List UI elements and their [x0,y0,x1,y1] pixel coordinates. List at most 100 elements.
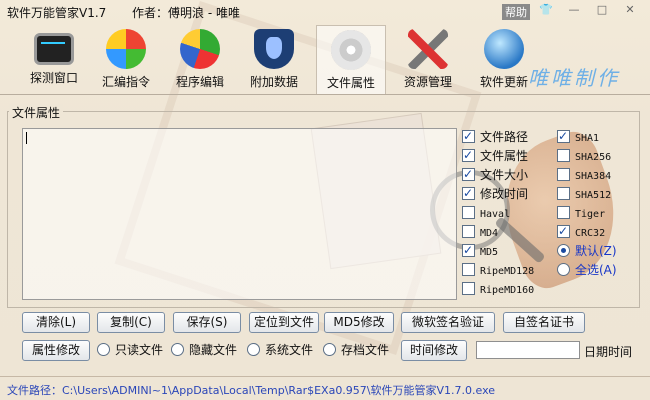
option-ripemd160[interactable]: RipeMD160 [462,281,534,297]
time-modify-button[interactable]: 时间修改 [401,340,467,361]
checkbox[interactable] [462,282,475,295]
radio-select-all[interactable]: 全选(A) [557,262,617,278]
option-file-size[interactable]: 文件大小 [462,166,529,183]
checkbox[interactable] [557,168,570,181]
text-caret [26,132,27,144]
option-sha1[interactable]: SHA1 [557,128,599,145]
option-sha256[interactable]: SHA256 [557,148,611,164]
tool-label: 文件属性 [326,76,375,90]
window-title: 软件万能管家V1.7 [7,6,107,20]
checkbox[interactable] [557,149,570,162]
checkbox[interactable] [557,206,570,219]
locate-file-button[interactable]: 定位到文件 [249,312,319,333]
checkbox[interactable] [462,242,475,258]
tool-probe-window[interactable]: 探测窗口 [20,25,88,93]
checkbox[interactable] [557,223,570,239]
pie-chart-icon [180,29,220,69]
tool-label: 附加数据 [249,75,298,89]
option-label: Tiger [575,209,606,220]
option-file-path[interactable]: 文件路径 [462,128,529,145]
radio-button[interactable] [557,244,570,257]
radio-readonly[interactable]: 只读文件 [97,342,163,358]
radio-archive[interactable]: 存档文件 [323,342,389,358]
tool-label: 探测窗口 [29,71,78,85]
option-tiger[interactable]: Tiger [557,205,605,221]
close-icon[interactable]: ✕ [622,3,638,17]
tool-extra-data[interactable]: 附加数据 [240,25,308,93]
divider [0,94,650,95]
attr-modify-button[interactable]: 属性修改 [22,340,90,361]
option-md4[interactable]: MD4 [462,224,498,240]
option-label: 文件路径 [480,130,529,144]
checkbox[interactable] [462,147,475,163]
tools-icon [408,29,448,69]
tool-label: 汇编指令 [101,75,150,89]
author-label: 作者：傅明浪 - 唯唯 [132,6,240,20]
monitor-icon [34,33,74,65]
option-file-attributes[interactable]: 文件属性 [462,147,529,164]
ms-signature-verify-button[interactable]: 微软签名验证 [401,312,495,333]
self-signed-cert-button[interactable]: 自签名证书 [503,312,585,333]
date-time-label: 日期时间 [584,345,633,359]
maximize-icon[interactable]: □ [594,3,610,17]
checkbox[interactable] [462,206,475,219]
option-label: RipeMD128 [480,266,535,277]
md5-modify-button[interactable]: MD5修改 [324,312,394,333]
checkbox[interactable] [557,187,570,200]
radio-button[interactable] [557,263,570,276]
radio-button[interactable] [323,343,336,356]
radio-hidden[interactable]: 隐藏文件 [171,342,237,358]
watermark-text: 唯唯制作 [528,66,620,90]
option-md5[interactable]: MD5 [462,242,499,259]
radio-label: 系统文件 [265,343,314,357]
option-label: Haval [480,209,511,220]
option-label: RipeMD160 [480,285,535,296]
option-label: MD4 [480,228,499,239]
app-window: 软件万能管家V1.7 作者：傅明浪 - 唯唯 帮助 👕 — □ ✕ 探测窗口 汇… [0,0,650,400]
tool-resource-manager[interactable]: 资源管理 [394,25,462,93]
radio-system[interactable]: 系统文件 [247,342,313,358]
radio-label: 默认(Z) [575,244,617,258]
checkbox[interactable] [462,128,475,144]
radio-default[interactable]: 默认(Z) [557,243,617,259]
option-label: SHA256 [575,152,612,163]
status-divider [0,376,650,377]
save-button[interactable]: 保存(S) [173,312,241,333]
checkbox[interactable] [462,166,475,182]
option-label: SHA384 [575,171,612,182]
option-ripemd128[interactable]: RipeMD128 [462,262,534,278]
help-button[interactable]: 帮助 [502,4,530,20]
option-label: MD5 [480,247,499,258]
checkbox[interactable] [462,225,475,238]
option-label: 修改时间 [480,187,529,201]
option-sha512[interactable]: SHA512 [557,186,611,202]
radio-button[interactable] [97,343,110,356]
tool-asm-instructions[interactable]: 汇编指令 [92,25,160,93]
option-haval[interactable]: Haval [462,205,510,221]
clear-button[interactable]: 清除(L) [22,312,90,333]
checkbox[interactable] [557,128,570,144]
radio-button[interactable] [171,343,184,356]
option-modified-time[interactable]: 修改时间 [462,185,529,202]
group-title: 文件属性 [9,104,64,121]
shield-icon [254,29,294,69]
radio-label: 全选(A) [575,263,617,277]
output-textarea[interactable] [22,128,457,300]
checkbox[interactable] [462,185,475,201]
option-crc32[interactable]: CRC32 [557,223,606,240]
option-label: 文件大小 [480,168,529,182]
tool-file-properties[interactable]: 文件属性 [316,25,386,94]
tool-program-edit[interactable]: 程序编辑 [166,25,234,93]
status-file-path: 文件路径：C:\Users\ADMINI~1\AppData\Local\Tem… [7,384,496,397]
checkbox[interactable] [462,263,475,276]
option-sha384[interactable]: SHA384 [557,167,611,183]
option-label: CRC32 [575,228,606,239]
minimize-icon[interactable]: — [566,3,582,17]
date-time-input[interactable] [476,341,580,359]
radio-button[interactable] [247,343,260,356]
option-label: 文件属性 [480,149,529,163]
title-bar: 软件万能管家V1.7 作者：傅明浪 - 唯唯 帮助 👕 — □ ✕ [0,0,650,22]
copy-button[interactable]: 复制(C) [97,312,165,333]
shirt-icon[interactable]: 👕 [538,3,554,17]
radio-label: 隐藏文件 [189,343,238,357]
